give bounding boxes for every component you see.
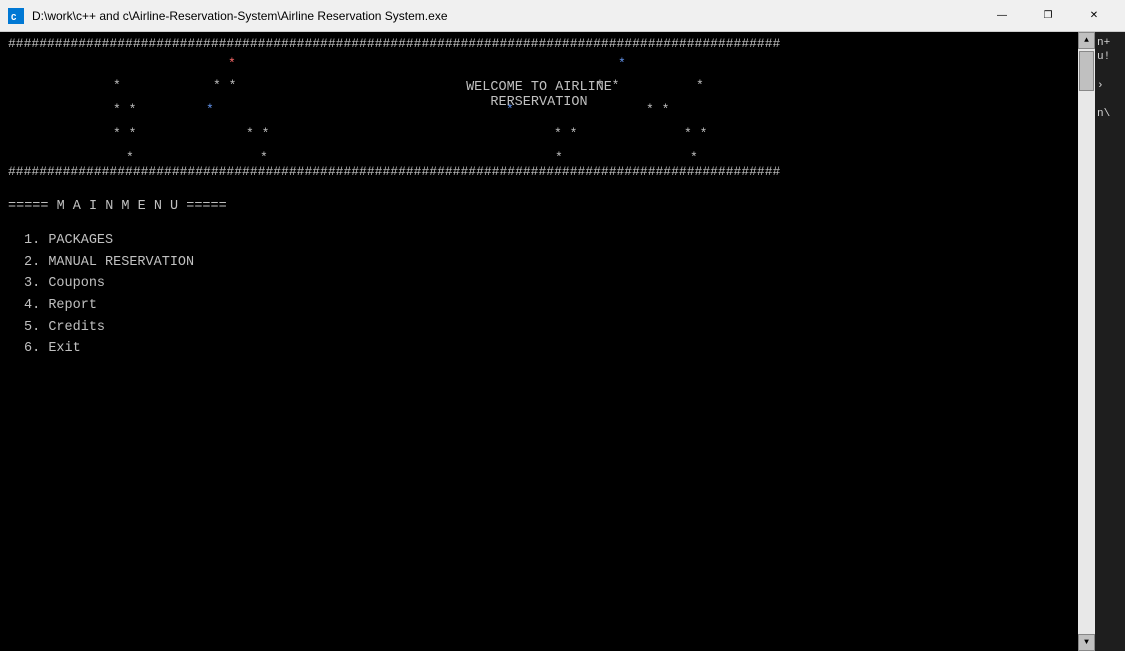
menu-item-exit: 6. Exit <box>8 338 1070 360</box>
menu-item-coupons: 3. Coupons <box>8 273 1070 295</box>
stars-section: * * * * * * * * * * * * * * * * * * * * … <box>8 52 1070 172</box>
scroll-down-button[interactable]: ▼ <box>1078 634 1095 651</box>
scrollbar[interactable]: ▲ ▼ <box>1078 32 1095 651</box>
menu-item-packages: 1. PACKAGES <box>8 230 1070 252</box>
window-controls: — ❐ ✕ <box>979 0 1117 32</box>
star-decoration: * <box>206 102 214 117</box>
star-decoration: * <box>113 78 121 93</box>
menu-item-credits: 5. Credits <box>8 317 1070 339</box>
star-decoration: * <box>126 150 134 165</box>
close-button[interactable]: ✕ <box>1071 0 1117 32</box>
star-decoration: * * <box>554 126 577 141</box>
minimize-button[interactable]: — <box>979 0 1025 32</box>
star-decoration: * * <box>113 102 136 117</box>
scroll-thumb[interactable] <box>1079 51 1094 91</box>
star-decoration: * * <box>213 78 236 93</box>
star-decoration: * * <box>684 126 707 141</box>
star-decoration: * <box>260 150 268 165</box>
welcome-line2: RERSERVATION <box>466 95 612 110</box>
window-body: ########################################… <box>0 32 1125 651</box>
star-decoration: * * <box>646 102 669 117</box>
menu-item-manual-reservation: 2. MANUAL RESERVATION <box>8 252 1070 274</box>
star-decoration: * <box>696 78 704 93</box>
star-decoration: * * <box>113 126 136 141</box>
restore-button[interactable]: ❐ <box>1025 0 1071 32</box>
console-area[interactable]: ########################################… <box>0 32 1078 651</box>
welcome-line1: WELCOME TO AIRLINE <box>466 80 612 95</box>
star-decoration: * <box>690 150 698 165</box>
menu-title: ===== M A I N M E N U ===== <box>8 199 1070 214</box>
star-decoration: * <box>228 56 236 71</box>
window-title: D:\work\c++ and c\Airline-Reservation-Sy… <box>32 9 979 23</box>
app-icon: C <box>8 8 24 24</box>
scroll-up-button[interactable]: ▲ <box>1078 32 1095 49</box>
star-decoration: * * <box>246 126 269 141</box>
svg-text:C: C <box>11 13 17 23</box>
star-decoration: * <box>555 150 563 165</box>
right-panel: n+u!›n\ <box>1095 32 1125 651</box>
welcome-text: WELCOME TO AIRLINE RERSERVATION <box>466 80 612 110</box>
right-panel-content: n+u!›n\ <box>1095 32 1125 126</box>
menu-item-report: 4. Report <box>8 295 1070 317</box>
scroll-track[interactable] <box>1078 49 1095 634</box>
main-menu: ===== M A I N M E N U ===== 1. PACKAGES … <box>8 195 1070 364</box>
top-hash-line: ########################################… <box>8 36 1070 52</box>
star-decoration: * <box>618 56 626 71</box>
title-bar: C D:\work\c++ and c\Airline-Reservation-… <box>0 0 1125 32</box>
